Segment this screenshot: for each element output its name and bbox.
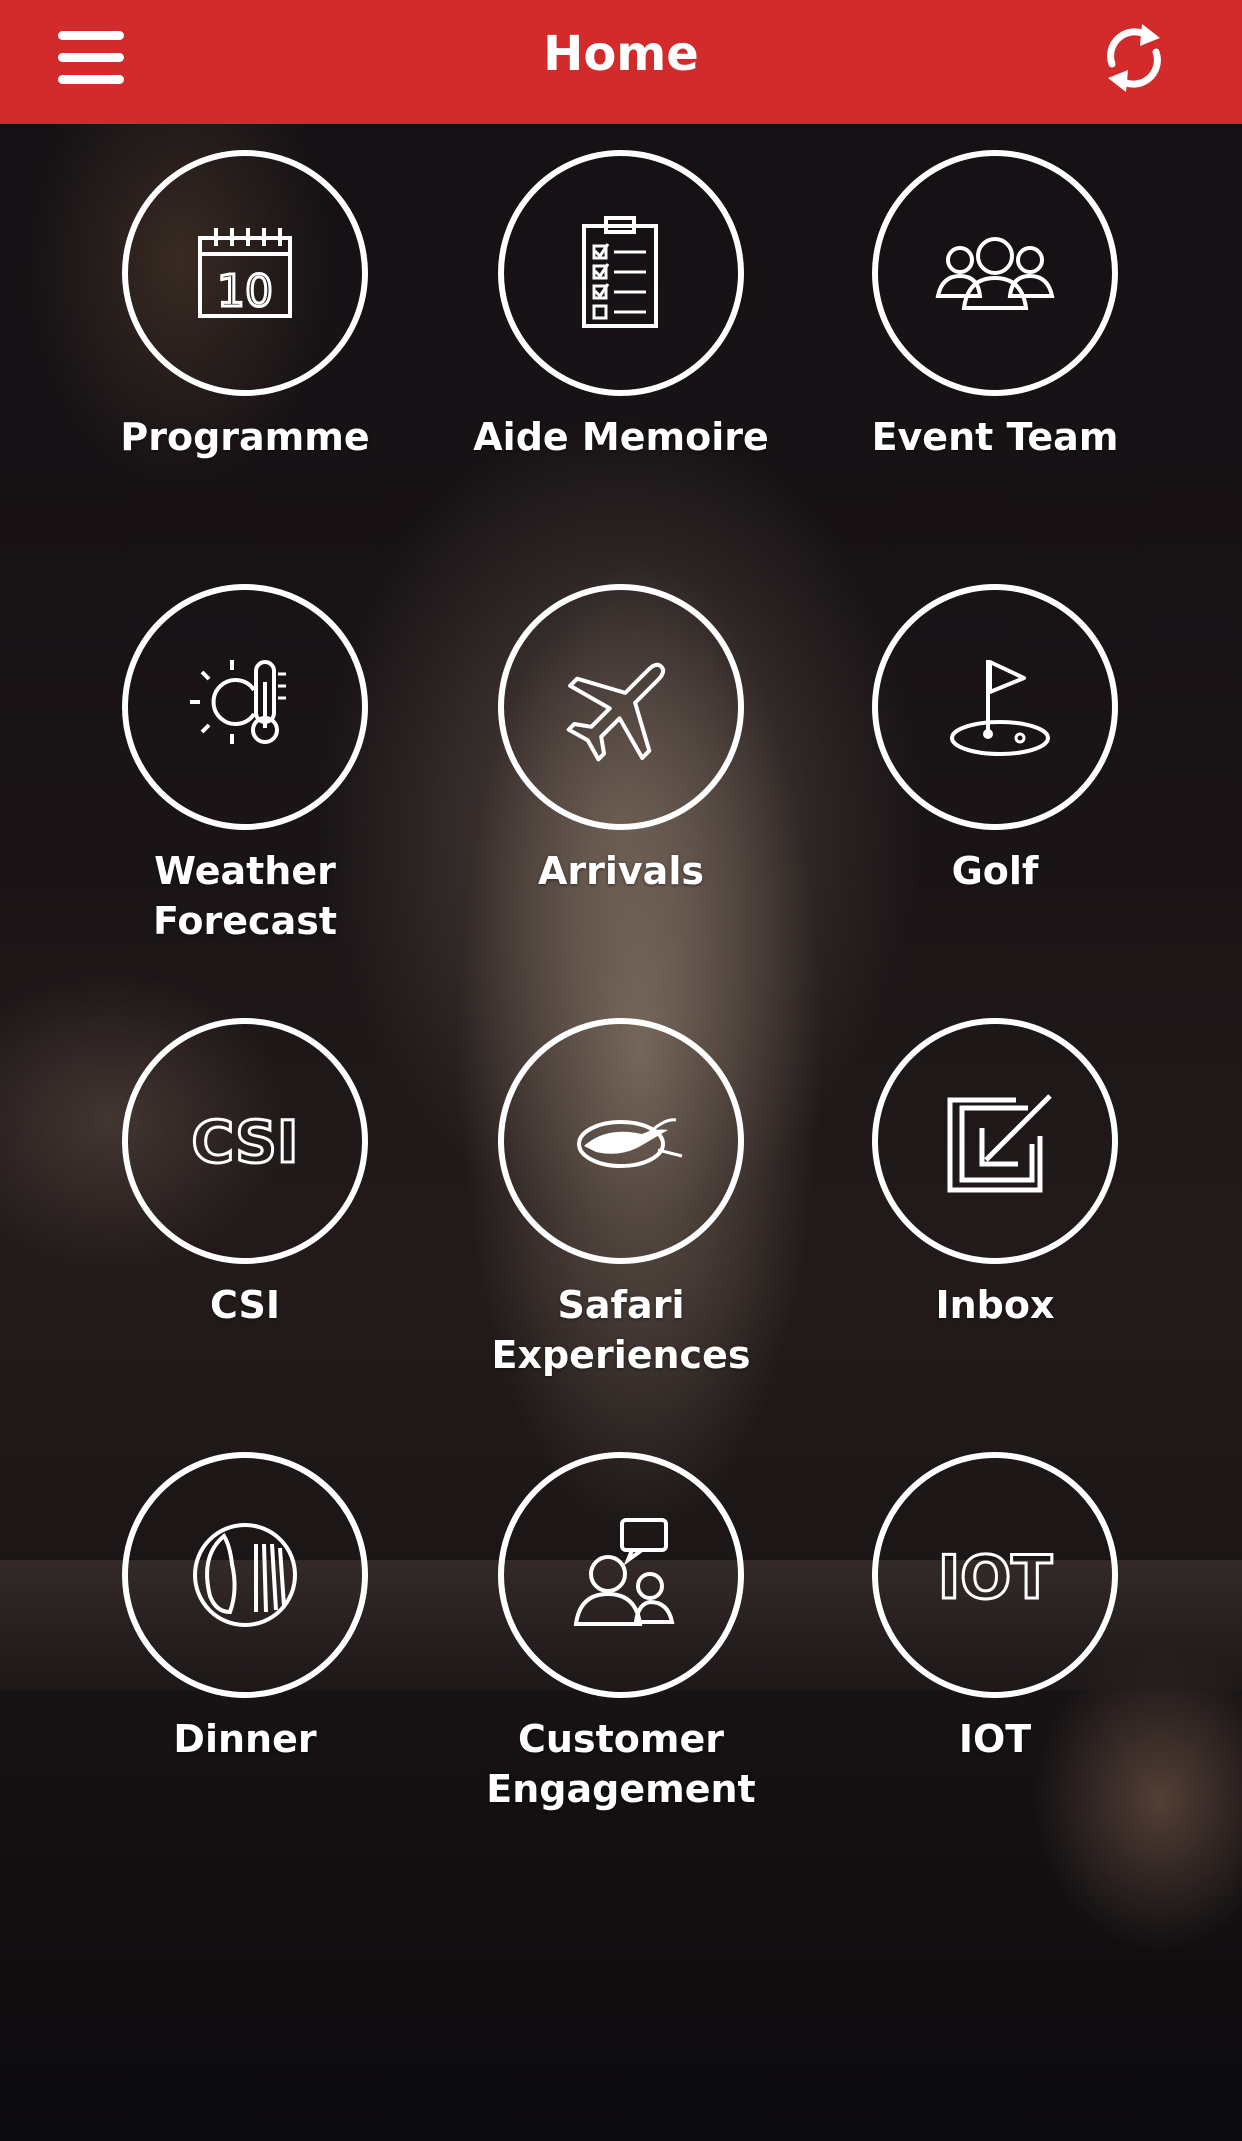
tile-label: Aide Memoire [473,415,769,459]
tile-golf[interactable]: Golf [810,584,1180,896]
tile-arrivals[interactable]: Arrivals [436,584,806,896]
tile-iot-circle: IOT [872,1452,1118,1698]
svg-text:CSI: CSI [192,1108,299,1176]
svg-text:IOT: IOT [938,1543,1052,1613]
tile-customer-engagement-circle [498,1452,744,1698]
tile-label: Dinner [173,1717,317,1761]
iot-text-icon: IOT [936,1542,1053,1615]
airplane-icon [566,662,666,762]
tile-label: Customer Engagement [486,1717,756,1811]
calendar-icon: 10 [198,228,292,319]
tile-label: IOT [958,1717,1032,1761]
tile-csi-circle: CSI [122,1018,368,1264]
svg-text:10: 10 [217,266,273,317]
tile-label: Arrivals [538,849,704,893]
tile-dinner-circle [122,1452,368,1698]
tile-inbox[interactable]: Inbox [810,1018,1180,1330]
golf-flag-icon [950,660,1050,756]
tile-csi[interactable]: CSI CSI [60,1018,430,1330]
tile-safari-experiences-circle [498,1018,744,1264]
tile-aide-memoire-circle [498,150,744,396]
checklist-clipboard-icon [582,216,658,328]
tile-inbox-circle [872,1018,1118,1264]
page-title: Home [543,26,699,82]
refresh-icon[interactable] [1098,14,1170,102]
tile-aide-memoire[interactable]: Aide Memoire [436,150,806,462]
tile-label: Inbox [935,1283,1055,1327]
tile-label: Event Team [871,415,1119,459]
tile-dinner[interactable]: Dinner [60,1452,430,1764]
tile-label: CSI [209,1283,281,1327]
tile-programme-circle: 10 [122,150,368,396]
group-people-icon [935,237,1055,310]
leaping-antelope-icon [577,1118,683,1168]
csi-text-icon: CSI [190,1107,300,1178]
tile-customer-engagement[interactable]: Customer Engagement [436,1452,806,1814]
sun-thermometer-icon [190,660,286,744]
tile-label: Programme [120,415,370,459]
tile-weather-forecast[interactable]: Weather Forecast [60,584,430,946]
tile-event-team-circle [872,150,1118,396]
tile-label: Safari Experiences [491,1283,751,1377]
inbox-arrow-icon [947,1094,1052,1193]
tile-label: Golf [951,849,1039,893]
tile-arrivals-circle [498,584,744,830]
tile-label: Weather Forecast [153,849,337,943]
tile-programme[interactable]: 10 Programme [60,150,430,462]
tile-event-team[interactable]: Event Team [810,150,1180,462]
tile-golf-circle [872,584,1118,830]
tile-safari-experiences[interactable]: Safari Experiences [436,1018,806,1380]
people-speech-bubble-icon [573,1518,675,1626]
tile-iot[interactable]: IOT IOT [810,1452,1180,1764]
app-header: Home [0,0,1242,124]
plate-fork-knife-icon [193,1523,297,1627]
tile-weather-forecast-circle [122,584,368,830]
